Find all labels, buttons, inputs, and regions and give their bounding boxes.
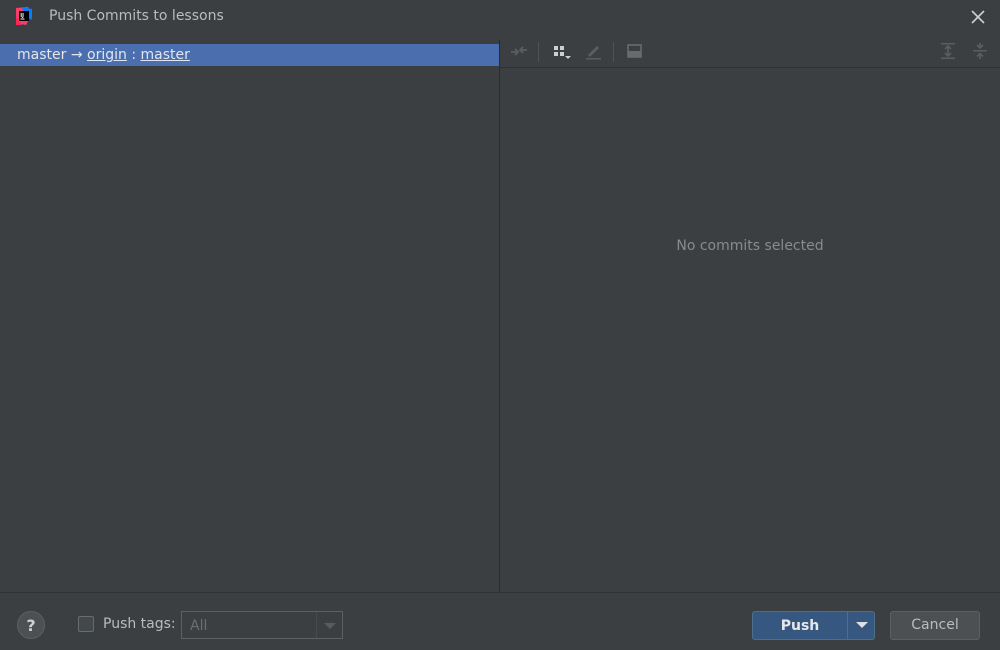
svg-text:IJ: IJ: [20, 13, 24, 19]
branch-row[interactable]: master → origin : master: [0, 44, 499, 66]
commits-tree[interactable]: master → origin : master: [0, 40, 499, 592]
remote-branch-link[interactable]: master: [141, 47, 190, 63]
collapse-all-button[interactable]: [967, 40, 993, 62]
window-title: Push Commits to lessons: [49, 8, 224, 24]
push-arrow: →: [70, 47, 83, 63]
cherry-pick-icon: [511, 46, 527, 56]
push-button[interactable]: Push: [752, 611, 875, 640]
empty-state-text: No commits selected: [676, 238, 824, 254]
footer-divider: [0, 592, 1000, 593]
cherry-pick-button[interactable]: [506, 40, 532, 62]
local-branch: master: [17, 47, 67, 63]
chevron-down-icon: [324, 623, 336, 629]
group-by-icon: [554, 46, 571, 59]
expand-all-button[interactable]: [935, 40, 961, 62]
preview-icon: [627, 44, 642, 58]
push-options-dropdown[interactable]: [848, 612, 875, 639]
details-pane: No commits selected: [500, 40, 1000, 592]
details-toolbar: [500, 40, 1000, 68]
help-button[interactable]: ?: [17, 611, 45, 639]
edit-button[interactable]: [580, 40, 606, 62]
expand-all-icon: [941, 43, 955, 59]
push-tags-select[interactable]: All: [181, 611, 343, 639]
preview-button[interactable]: [621, 40, 647, 62]
title-bar: IJ Push Commits to lessons: [0, 0, 1000, 34]
cancel-button[interactable]: Cancel: [890, 611, 980, 640]
remote-separator: :: [131, 47, 137, 63]
collapse-all-icon: [973, 43, 987, 59]
push-tags-select-value: All: [190, 618, 208, 634]
intellij-idea-icon: IJ: [16, 7, 32, 25]
close-icon[interactable]: [966, 5, 990, 29]
chevron-down-icon: [855, 622, 868, 628]
group-by-button[interactable]: [548, 40, 574, 62]
push-button-label: Push: [780, 618, 820, 634]
edit-icon: [586, 46, 601, 60]
remote-link[interactable]: origin: [87, 47, 127, 63]
push-tags-label[interactable]: Push tags:: [103, 616, 176, 632]
push-tags-checkbox[interactable]: [78, 616, 94, 632]
